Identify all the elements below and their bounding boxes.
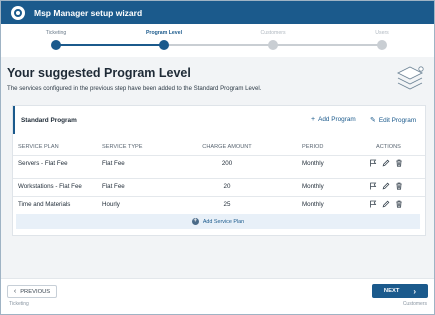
service-type-cell: Flat Fee [102, 160, 125, 167]
plus-circle-icon: + [191, 218, 199, 225]
step-dot-customers [268, 40, 278, 50]
app-logo-icon [11, 5, 25, 20]
chevron-left-icon: ‹ [13, 288, 17, 295]
step-label-ticketing[interactable]: Ticketing [46, 30, 67, 36]
row-actions [369, 159, 403, 167]
edit-program-button[interactable]: ✎ Edit Program [370, 116, 417, 125]
trash-icon[interactable] [395, 182, 403, 190]
wizard-footer: ‹ PREVIOUS Ticketing NEXT › Customers [1, 278, 434, 314]
program-card: Standard Program + Add Program ✎ Edit Pr… [12, 105, 426, 236]
pencil-icon[interactable] [382, 200, 390, 208]
service-type-cell: Hourly [102, 201, 120, 208]
step-label-program-level[interactable]: Program Level [146, 30, 182, 36]
next-button-label: NEXT [383, 288, 400, 294]
row-actions [369, 182, 403, 190]
charge-amount-cell: 20 [223, 183, 231, 190]
previous-button[interactable]: ‹ PREVIOUS [7, 285, 57, 298]
step-dot-users [377, 40, 387, 50]
column-header-period: PERIOD [302, 144, 324, 150]
period-cell: Monthly [302, 160, 324, 167]
charge-amount-cell: 200 [221, 160, 233, 167]
flag-icon[interactable] [369, 159, 377, 167]
trash-icon[interactable] [395, 200, 403, 208]
page-subtitle: The services configured in the previous … [7, 85, 262, 92]
row-actions [369, 200, 403, 208]
charge-amount-cell: 25 [223, 201, 231, 208]
column-header-service-plan: SERVICE PLAN [18, 144, 59, 150]
layers-icon [396, 66, 424, 90]
next-step-label: Customers [402, 301, 427, 307]
program-card-title: Standard Program [21, 117, 77, 124]
flag-icon[interactable] [369, 200, 377, 208]
pencil-icon: ✎ [370, 117, 376, 124]
service-plan-cell: Servers - Flat Fee [18, 160, 68, 167]
trash-icon[interactable] [395, 159, 403, 167]
plus-icon: + [311, 116, 316, 123]
next-button[interactable]: NEXT › [372, 284, 428, 298]
table-row: Workstations - Flat Fee Flat Fee 20 Mont… [13, 178, 425, 195]
title-bar: Msp Manager setup wizard [1, 1, 434, 24]
stepper-line-done [56, 44, 164, 46]
edit-program-label: Edit Program [378, 116, 417, 124]
period-cell: Monthly [302, 183, 324, 190]
column-header-charge-amount: CHARGE AMOUNT [202, 144, 252, 150]
wizard-stepper: Ticketing Program Level Customers Users [1, 24, 434, 57]
previous-button-label: PREVIOUS [20, 288, 51, 295]
step-label-users: Users [375, 30, 389, 36]
add-service-plan-label: Add Service Plan [202, 218, 245, 225]
step-dot-ticketing[interactable] [51, 40, 61, 50]
add-service-plan-button[interactable]: + Add Service Plan [16, 214, 420, 229]
service-plan-cell: Workstations - Flat Fee [18, 183, 82, 190]
add-program-label: Add Program [318, 116, 356, 123]
column-header-service-type: SERVICE TYPE [102, 144, 143, 150]
column-header-actions: ACTIONS [376, 144, 401, 150]
service-type-cell: Flat Fee [102, 183, 125, 190]
table-row: Time and Materials Hourly 25 Monthly [13, 196, 425, 213]
program-card-header: Standard Program + Add Program ✎ Edit Pr… [13, 106, 425, 134]
step-label-customers: Customers [260, 30, 286, 36]
window-title: Msp Manager setup wizard [34, 7, 143, 18]
period-cell: Monthly [302, 201, 324, 208]
wizard-window: Msp Manager setup wizard Ticketing Progr… [0, 0, 435, 315]
pencil-icon[interactable] [382, 182, 390, 190]
add-program-button[interactable]: + Add Program [311, 116, 356, 123]
flag-icon[interactable] [369, 182, 377, 190]
page-title: Your suggested Program Level [7, 66, 191, 80]
page-header: Your suggested Program Level The service… [1, 57, 434, 105]
table-row: Servers - Flat Fee Flat Fee 200 Monthly [13, 155, 425, 172]
previous-step-label: Ticketing [9, 301, 29, 307]
chevron-right-icon: › [413, 286, 417, 296]
step-dot-program-level[interactable] [159, 40, 169, 50]
service-plan-cell: Time and Materials [18, 201, 71, 208]
pencil-icon[interactable] [382, 159, 390, 167]
